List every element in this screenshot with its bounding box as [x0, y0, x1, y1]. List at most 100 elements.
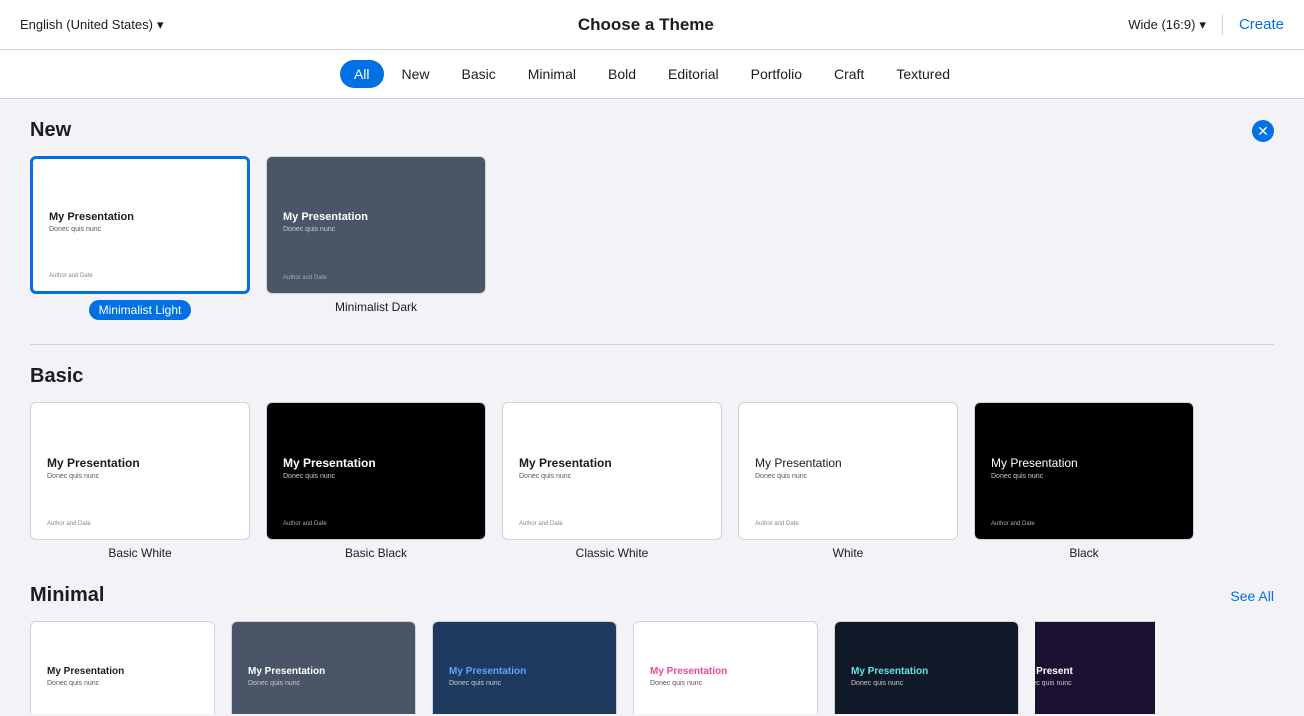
theme-card-minimalist-dark[interactable]: My Presentation Donec quis nunc Author a…	[266, 156, 486, 320]
theme-card-basic-white[interactable]: My Presentation Donec quis nunc Author a…	[30, 402, 250, 560]
aspect-ratio-label: Wide (16:9)	[1128, 17, 1195, 32]
theme-thumbnail-minimalist-light[interactable]: My Presentation Donec quis nunc Author a…	[30, 156, 250, 294]
theme-thumbnail-classic-white[interactable]: My Presentation Donec quis nunc Author a…	[502, 402, 722, 540]
thumb-title: My Presentation	[283, 211, 469, 223]
close-new-section-button[interactable]: ✕	[1252, 120, 1274, 142]
tab-new[interactable]: New	[388, 60, 444, 88]
page-title: Choose a Theme	[578, 15, 714, 35]
theme-card-minimalist-light[interactable]: My Presentation Donec quis nunc Author a…	[30, 156, 250, 320]
thumb-title: My Presentation	[991, 456, 1177, 470]
thumb-author: Author and Date	[519, 521, 563, 527]
thumb-subtitle: Donec quis nunc	[449, 680, 600, 687]
theme-thumbnail-white[interactable]: My Presentation Donec quis nunc Author a…	[738, 402, 958, 540]
theme-label-white: White	[833, 546, 864, 560]
thumb-subtitle: Donec quis nunc	[991, 473, 1177, 480]
theme-thumbnail-minimal-2[interactable]: My Presentation Donec quis nunc	[231, 621, 416, 714]
new-section-title: New	[30, 119, 71, 142]
thumb-title: My Presentation	[519, 456, 705, 470]
thumb-author: Author and Date	[283, 521, 327, 527]
tab-minimal[interactable]: Minimal	[514, 60, 590, 88]
header: English (United States) ▾ Choose a Theme…	[0, 0, 1304, 50]
tab-portfolio[interactable]: Portfolio	[737, 60, 816, 88]
minimal-see-all-link[interactable]: See All	[1230, 588, 1274, 604]
theme-label-basic-black: Basic Black	[345, 546, 407, 560]
basic-section: Basic My Presentation Donec quis nunc Au…	[30, 365, 1274, 560]
header-divider	[1222, 15, 1223, 35]
theme-thumbnail-basic-black[interactable]: My Presentation Donec quis nunc Author a…	[266, 402, 486, 540]
thumb-subtitle: Donec quis nunc	[49, 226, 231, 233]
theme-label-black: Black	[1069, 546, 1098, 560]
aspect-ratio-chevron-icon: ▾	[1199, 17, 1206, 33]
theme-label-minimalist-dark: Minimalist Dark	[335, 300, 417, 314]
basic-section-header: Basic	[30, 365, 1274, 388]
close-icon: ✕	[1257, 124, 1269, 138]
header-right: Wide (16:9) ▾ Create	[1128, 15, 1284, 35]
thumb-author: Author and Date	[755, 521, 799, 527]
theme-label-basic-white: Basic White	[108, 546, 171, 560]
theme-card-white[interactable]: My Presentation Donec quis nunc Author a…	[738, 402, 958, 560]
thumb-title: My Presentation	[248, 666, 399, 677]
thumb-author: Author and Date	[283, 275, 327, 281]
tab-editorial[interactable]: Editorial	[654, 60, 733, 88]
thumb-subtitle: Donec quis nunc	[755, 473, 941, 480]
minimal-section: Minimal See All My Presentation Donec qu…	[30, 584, 1274, 714]
thumb-subtitle: Donec quis nunc	[47, 680, 198, 687]
main-content: New ✕ My Presentation Donec quis nunc Au…	[0, 99, 1304, 714]
new-section-header: New ✕	[30, 119, 1274, 142]
thumb-author: Author and Date	[49, 273, 93, 279]
thumb-subtitle: Donec quis nunc	[1035, 680, 1155, 687]
new-basic-divider	[30, 344, 1274, 345]
minimal-themes-row: My Presentation Donec quis nunc My Prese…	[30, 621, 1274, 714]
thumb-title: My Presentation	[449, 666, 600, 677]
basic-section-title: Basic	[30, 365, 83, 388]
thumb-title: My Presentation	[47, 666, 198, 677]
thumb-title: My Presentation	[283, 456, 469, 470]
locale-label: English (United States)	[20, 17, 153, 32]
thumb-title: My Presentation	[851, 666, 1002, 677]
thumb-subtitle: Donec quis nunc	[248, 680, 399, 687]
theme-card-minimal-6[interactable]: My Present Donec quis nunc	[1035, 621, 1155, 714]
thumb-subtitle: Donec quis nunc	[650, 680, 801, 687]
theme-card-classic-white[interactable]: My Presentation Donec quis nunc Author a…	[502, 402, 722, 560]
aspect-ratio-selector[interactable]: Wide (16:9) ▾	[1128, 17, 1206, 33]
tab-textured[interactable]: Textured	[882, 60, 964, 88]
filter-bar: All New Basic Minimal Bold Editorial Por…	[0, 50, 1304, 99]
thumb-subtitle: Donec quis nunc	[283, 226, 469, 233]
theme-label-minimalist-light: Minimalist Light	[89, 300, 192, 320]
thumb-author: Author and Date	[991, 521, 1035, 527]
thumb-title: My Presentation	[650, 666, 801, 677]
theme-thumbnail-black[interactable]: My Presentation Donec quis nunc Author a…	[974, 402, 1194, 540]
theme-card-black[interactable]: My Presentation Donec quis nunc Author a…	[974, 402, 1194, 560]
theme-card-minimal-1[interactable]: My Presentation Donec quis nunc	[30, 621, 215, 714]
thumb-author: Author and Date	[47, 521, 91, 527]
theme-thumbnail-minimal-4[interactable]: My Presentation Donec quis nunc	[633, 621, 818, 714]
theme-thumbnail-minimalist-dark[interactable]: My Presentation Donec quis nunc Author a…	[266, 156, 486, 294]
tab-craft[interactable]: Craft	[820, 60, 878, 88]
locale-chevron-icon: ▾	[157, 17, 164, 33]
theme-card-minimal-2[interactable]: My Presentation Donec quis nunc	[231, 621, 416, 714]
thumb-subtitle: Donec quis nunc	[851, 680, 1002, 687]
theme-card-minimal-3[interactable]: My Presentation Donec quis nunc	[432, 621, 617, 714]
thumb-title: My Presentation	[755, 456, 941, 470]
theme-card-minimal-5[interactable]: My Presentation Donec quis nunc	[834, 621, 1019, 714]
new-themes-row: My Presentation Donec quis nunc Author a…	[30, 156, 1274, 320]
locale-selector[interactable]: English (United States) ▾	[20, 17, 163, 33]
tab-all[interactable]: All	[340, 60, 384, 88]
theme-thumbnail-minimal-1[interactable]: My Presentation Donec quis nunc	[30, 621, 215, 714]
theme-card-basic-black[interactable]: My Presentation Donec quis nunc Author a…	[266, 402, 486, 560]
theme-thumbnail-minimal-3[interactable]: My Presentation Donec quis nunc	[432, 621, 617, 714]
theme-card-minimal-4[interactable]: My Presentation Donec quis nunc	[633, 621, 818, 714]
tab-bold[interactable]: Bold	[594, 60, 650, 88]
create-button[interactable]: Create	[1239, 16, 1284, 33]
minimal-section-title: Minimal	[30, 584, 104, 607]
thumb-subtitle: Donec quis nunc	[519, 473, 705, 480]
thumb-subtitle: Donec quis nunc	[283, 473, 469, 480]
minimal-section-header: Minimal See All	[30, 584, 1274, 607]
theme-label-classic-white: Classic White	[576, 546, 649, 560]
theme-thumbnail-minimal-6[interactable]: My Present Donec quis nunc	[1035, 621, 1155, 714]
thumb-subtitle: Donec quis nunc	[47, 473, 233, 480]
tab-basic[interactable]: Basic	[448, 60, 510, 88]
thumb-title: My Present	[1035, 666, 1155, 677]
theme-thumbnail-minimal-5[interactable]: My Presentation Donec quis nunc	[834, 621, 1019, 714]
theme-thumbnail-basic-white[interactable]: My Presentation Donec quis nunc Author a…	[30, 402, 250, 540]
